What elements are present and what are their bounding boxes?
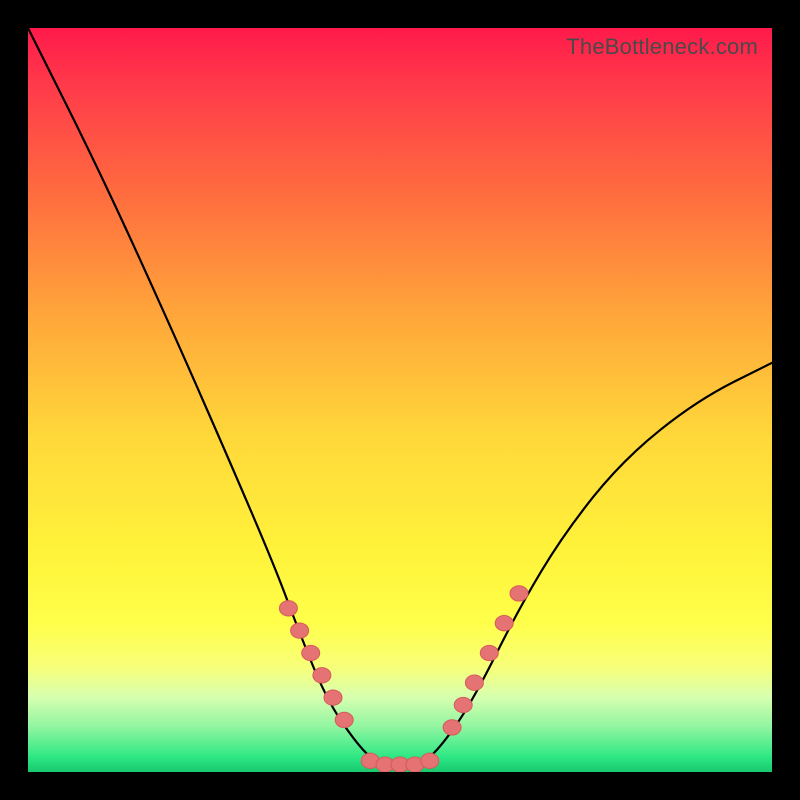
chart-frame: TheBottleneck.com xyxy=(0,0,800,800)
data-marker xyxy=(510,586,528,601)
chart-svg xyxy=(28,28,772,772)
data-marker xyxy=(495,616,513,631)
plot-area: TheBottleneck.com xyxy=(28,28,772,772)
data-marker xyxy=(443,720,461,735)
data-marker xyxy=(454,697,472,712)
data-marker xyxy=(302,645,320,660)
data-marker xyxy=(291,623,309,638)
data-marker xyxy=(465,675,483,690)
bottleneck-curve xyxy=(28,28,772,765)
curve-markers xyxy=(279,586,528,772)
data-marker xyxy=(480,645,498,660)
data-marker xyxy=(421,753,439,768)
data-marker xyxy=(335,712,353,727)
data-marker xyxy=(313,668,331,683)
data-marker xyxy=(324,690,342,705)
data-marker xyxy=(279,601,297,616)
